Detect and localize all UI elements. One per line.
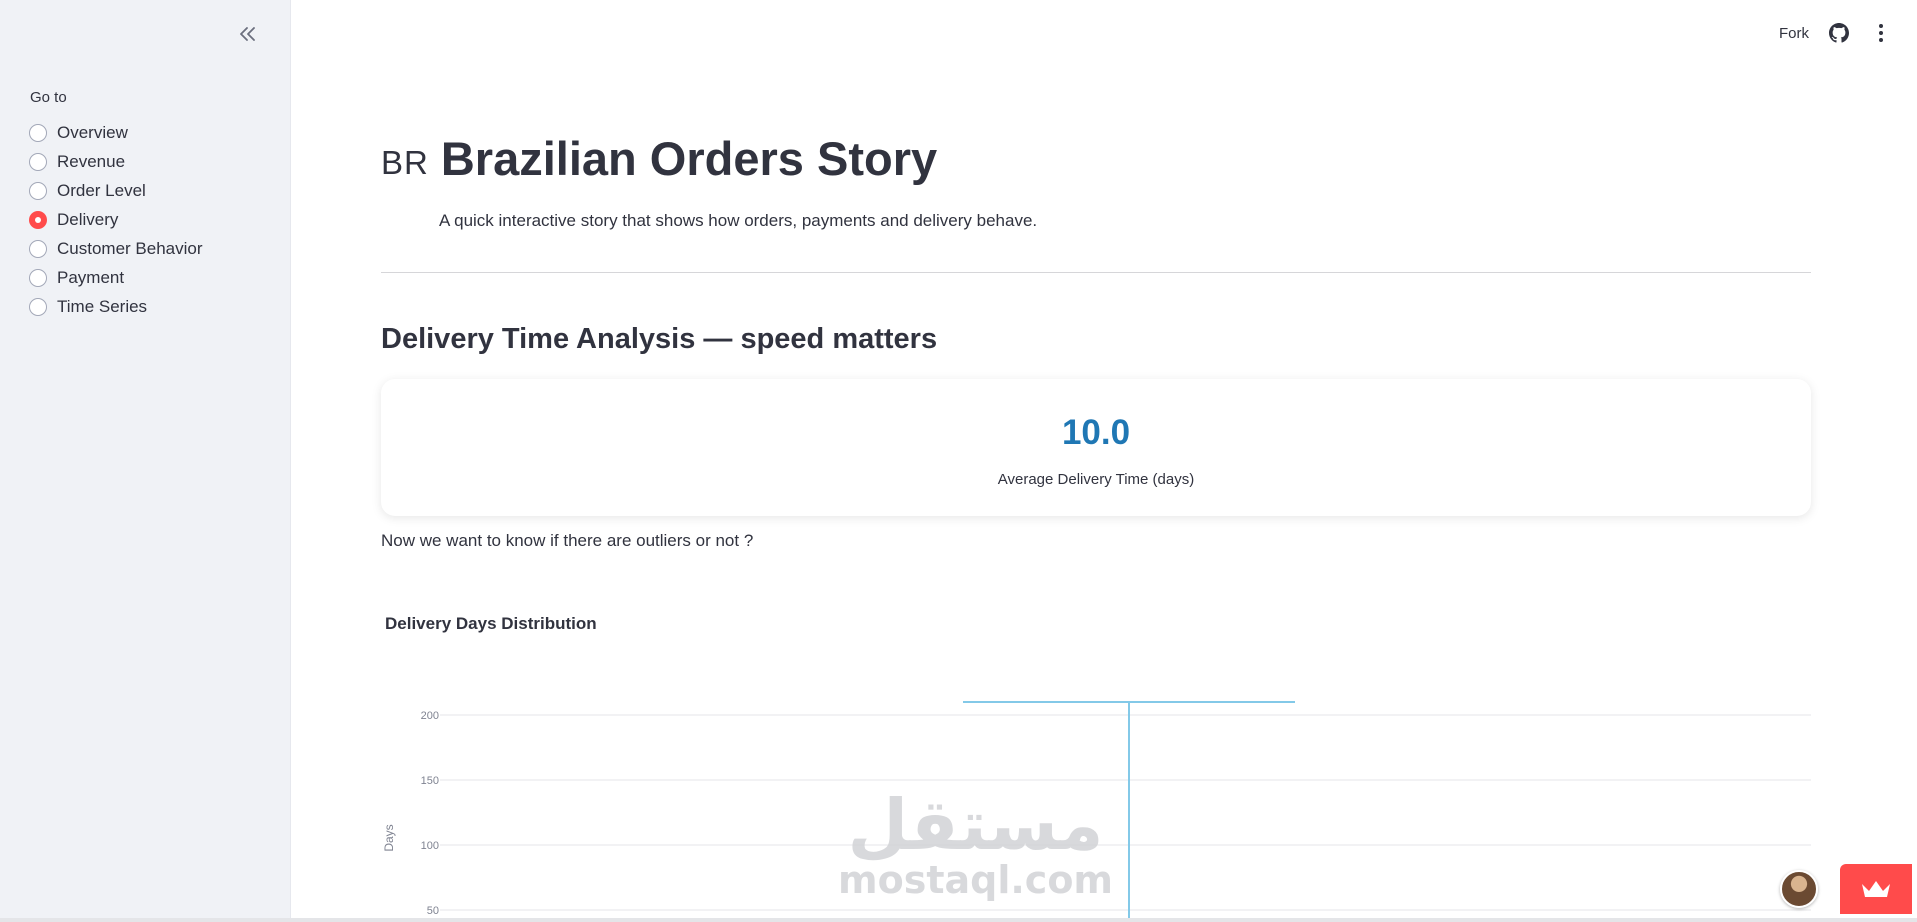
y-tick-label: 100: [421, 840, 439, 852]
metric-value: 10.0: [1061, 413, 1131, 452]
nav-item-customer-behavior[interactable]: Customer Behavior: [29, 234, 203, 263]
streamlit-crown-button[interactable]: [1840, 864, 1912, 914]
page-title: Brazilian Orders Story: [440, 132, 938, 185]
page-subtitle: A quick interactive story that shows how…: [439, 211, 1038, 230]
more-vertical-icon: [1879, 24, 1883, 42]
collapse-sidebar-button[interactable]: [234, 20, 262, 48]
avatar[interactable]: [1780, 870, 1818, 908]
metric-label: Average Delivery Time (days): [997, 471, 1195, 488]
y-tick-label: 50: [427, 905, 439, 917]
nav-item-label: Payment: [57, 267, 125, 287]
page-header: BR Brazilian Orders Story: [381, 131, 937, 186]
nav-item-label: Delivery: [57, 209, 119, 229]
outlier-question-text: Now we want to know if there are outlier…: [381, 531, 754, 550]
nav-item-label: Order Level: [57, 180, 146, 200]
radio-button[interactable]: [29, 123, 47, 142]
nav-item-label: Overview: [57, 122, 128, 142]
top-toolbar: Fork: [1779, 20, 1893, 46]
fork-button[interactable]: Fork: [1779, 25, 1809, 42]
brazil-flag-icon: BR: [381, 144, 429, 181]
y-axis-label: Days: [382, 824, 396, 851]
nav-item-label: Time Series: [57, 296, 148, 316]
goto-label: Go to: [30, 89, 67, 106]
radio-button[interactable]: [29, 268, 47, 287]
crown-icon: [1862, 881, 1890, 897]
radio-button-selected[interactable]: [29, 210, 47, 229]
double-chevron-left-icon: [240, 27, 255, 41]
navigation-radio-group: Overview Revenue Order Level Delivery Cu…: [29, 118, 203, 321]
nav-item-order-level[interactable]: Order Level: [29, 176, 203, 205]
nav-item-label: Revenue: [57, 151, 126, 171]
y-tick-label: 200: [421, 710, 439, 722]
nav-item-delivery[interactable]: Delivery: [29, 205, 203, 234]
metric-card: 10.0 Average Delivery Time (days): [381, 379, 1811, 516]
radio-button[interactable]: [29, 181, 47, 200]
section-title: Delivery Time Analysis — speed matters: [381, 323, 938, 355]
divider: [381, 272, 1811, 273]
radio-button[interactable]: [29, 239, 47, 258]
delivery-days-box-plot[interactable]: 50 100 150 200 Days: [381, 660, 1811, 922]
nav-item-overview[interactable]: Overview: [29, 118, 203, 147]
radio-button[interactable]: [29, 297, 47, 316]
nav-item-label: Customer Behavior: [57, 238, 203, 258]
nav-item-revenue[interactable]: Revenue: [29, 147, 203, 176]
main-menu-button[interactable]: [1869, 20, 1893, 46]
github-button[interactable]: [1827, 20, 1851, 46]
nav-item-payment[interactable]: Payment: [29, 263, 203, 292]
y-tick-label: 150: [421, 775, 439, 787]
github-icon: [1829, 23, 1849, 43]
bottom-border: [0, 918, 1917, 922]
chart-title: Delivery Days Distribution: [385, 614, 597, 633]
radio-button[interactable]: [29, 152, 47, 171]
sidebar: Go to Overview Revenue Order Level Deliv…: [0, 0, 291, 922]
nav-item-time-series[interactable]: Time Series: [29, 292, 203, 321]
